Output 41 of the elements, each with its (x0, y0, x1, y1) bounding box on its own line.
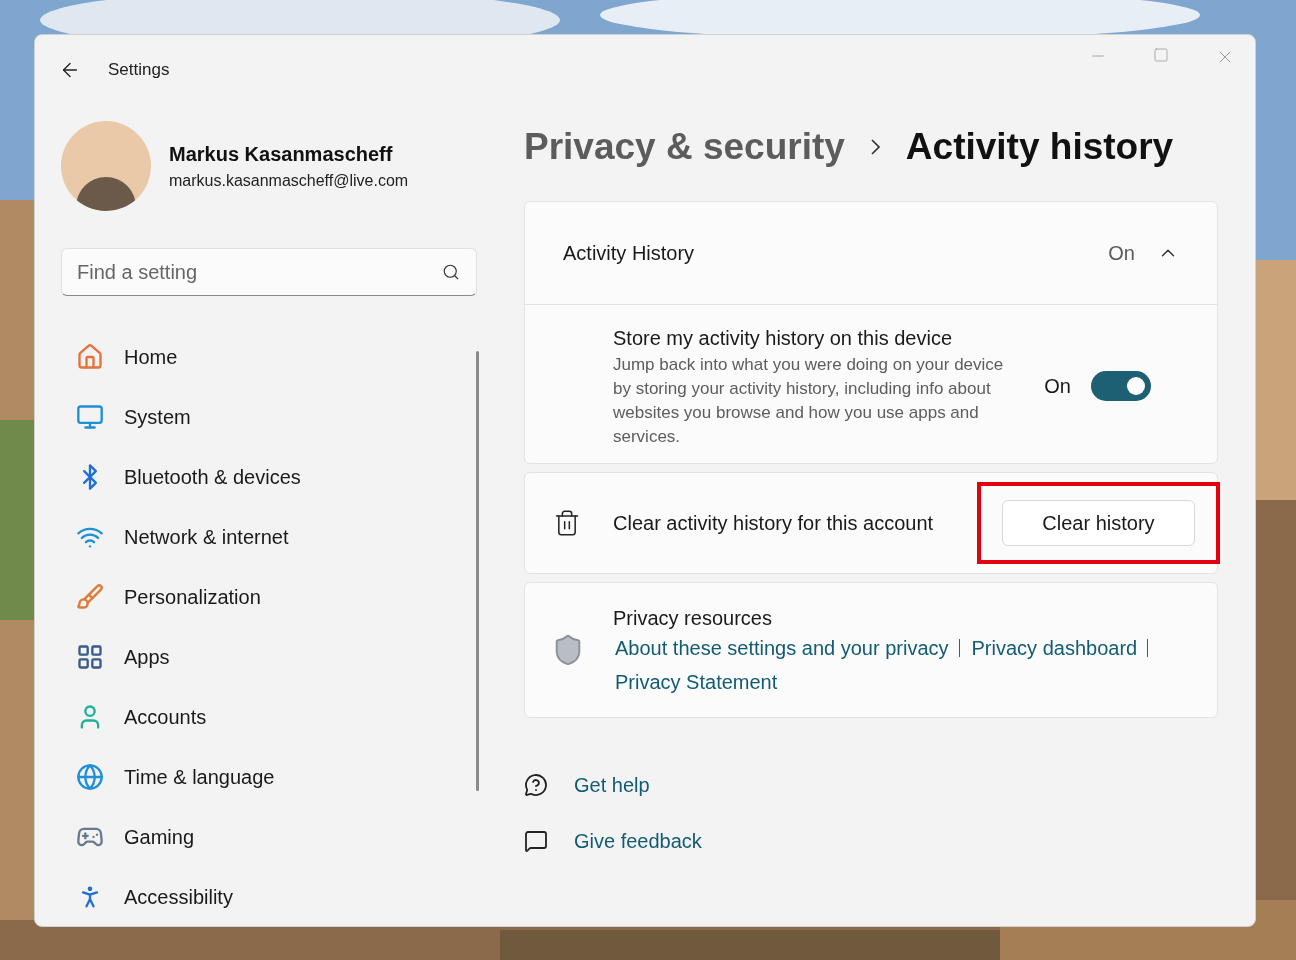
house-icon (76, 343, 104, 371)
section-title: Privacy resources (613, 606, 773, 631)
page-title: Activity history (905, 125, 1174, 170)
brush-icon (76, 583, 104, 611)
nav-item[interactable]: System (61, 387, 461, 447)
nav-item[interactable]: Network & internet (61, 507, 461, 567)
nav-item[interactable]: Time & language (61, 747, 461, 807)
profile-email: markus.kasanmascheff@live.com (169, 171, 409, 191)
privacy-link[interactable]: Privacy dashboard (971, 633, 1138, 663)
trash-icon (553, 509, 581, 537)
help-link[interactable]: Get help (574, 770, 650, 800)
nav-item[interactable]: Accounts (61, 687, 461, 747)
nav-item[interactable]: Personalization (61, 567, 461, 627)
toggle-label: On (1044, 374, 1071, 399)
help-link[interactable]: Give feedback (574, 826, 702, 856)
toggle-switch[interactable] (1091, 371, 1151, 401)
search-field[interactable]: Find a setting (61, 248, 477, 296)
privacy-link[interactable]: About these settings and your privacy (615, 633, 949, 663)
setting-title: Clear activity history for this account (613, 511, 934, 536)
monitor-icon (76, 403, 104, 431)
status-text: On (1108, 241, 1135, 266)
setting-title: Store my activity history on this device (613, 326, 953, 351)
setting-description: Jump back into what you were doing on your device by storing your activity history, including info about websites you browse and how you use apps and services. (613, 354, 1005, 448)
profile-name: Markus Kasanmascheff (169, 142, 394, 167)
feedback-icon (524, 829, 548, 853)
privacy-link[interactable]: Privacy Statement (615, 667, 778, 697)
help-icon (524, 773, 548, 797)
window-title: Settings (108, 59, 170, 82)
nav-item[interactable]: Bluetooth & devices (61, 447, 461, 507)
apps-grid-icon (76, 643, 104, 671)
nav-item[interactable]: Home (61, 327, 461, 387)
chevron-right-icon (870, 139, 880, 155)
clear-history-button[interactable]: Clear history (1002, 500, 1195, 546)
search-icon[interactable] (442, 263, 460, 281)
expander-header[interactable]: Activity History On (525, 202, 1217, 304)
globe-icon (76, 763, 104, 791)
nav-item[interactable]: Gaming (61, 807, 461, 867)
nav-item[interactable]: Apps (61, 627, 461, 687)
scrollbar[interactable] (476, 351, 479, 791)
breadcrumb-parent[interactable]: Privacy & security (524, 119, 845, 175)
nav-item[interactable]: Accessibility (61, 867, 461, 926)
